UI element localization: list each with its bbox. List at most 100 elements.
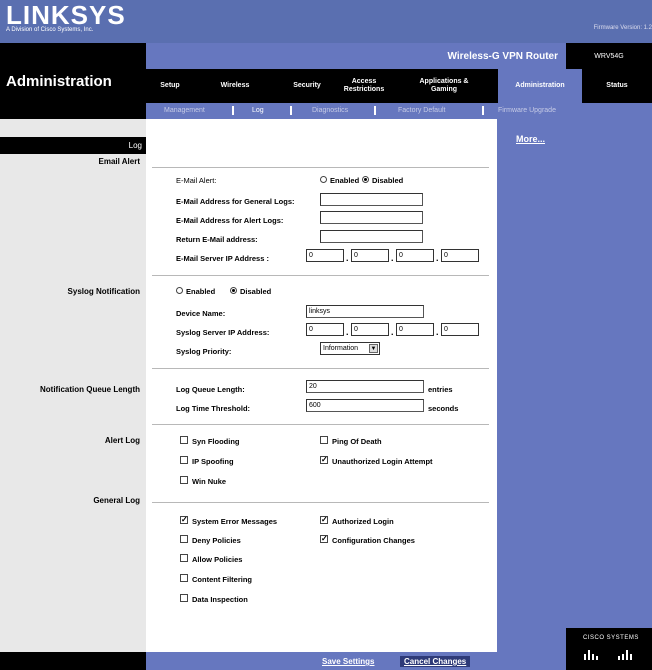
syslog-disabled-radio[interactable] [230, 287, 237, 294]
sidebar-page-label: Log [0, 137, 146, 154]
tab-setup[interactable]: Setup [150, 69, 190, 103]
tab-security[interactable]: Security [282, 69, 332, 103]
ip-dot: . [346, 253, 349, 263]
brand-name: LINKSYS [6, 0, 126, 30]
general-logs-email-label: E-Mail Address for General Logs: [176, 197, 295, 206]
divider [152, 502, 489, 503]
syslog-disabled-label: Disabled [240, 287, 272, 296]
syslog-priority-label: Syslog Priority: [176, 347, 232, 356]
unauthorized-login-label: Unauthorized Login Attempt [332, 457, 433, 466]
syslog-enabled-radio[interactable] [176, 287, 183, 294]
subtab-log[interactable]: Log [252, 107, 264, 114]
device-name-input[interactable]: linksys [306, 305, 424, 318]
win-nuke-checkbox[interactable] [180, 476, 188, 484]
tab-applications-gaming[interactable]: Applications & Gaming [408, 69, 480, 103]
ip-spoofing-checkbox[interactable] [180, 456, 188, 464]
return-email-label: Return E-Mail address: [176, 235, 258, 244]
cancel-changes-button[interactable]: Cancel Changes [400, 656, 471, 667]
footer-left [0, 652, 146, 670]
unauthorized-login-checkbox[interactable]: ✓ [320, 456, 328, 464]
log-queue-length-input[interactable]: 20 [306, 380, 424, 393]
data-inspection-checkbox[interactable] [180, 594, 188, 602]
syslog-enabled-label: Enabled [186, 287, 216, 296]
log-time-threshold-label: Log Time Threshold: [176, 404, 251, 413]
syslog-server-ip-octet-4[interactable]: 0 [441, 323, 479, 336]
log-time-threshold-input[interactable]: 600 [306, 399, 424, 412]
subtab-factory-default[interactable]: Factory Default [398, 107, 445, 114]
allow-policies-label: Allow Policies [192, 555, 243, 564]
divider [152, 167, 489, 168]
content-filtering-label: Content Filtering [192, 575, 252, 584]
section-label-general-log: General Log [93, 496, 140, 505]
content-filtering-checkbox[interactable] [180, 574, 188, 582]
deny-policies-checkbox[interactable] [180, 535, 188, 543]
log-time-threshold-unit: seconds [428, 404, 459, 413]
subnav-divider [232, 106, 234, 115]
chevron-down-icon[interactable]: ▼ [369, 344, 378, 353]
ip-dot: . [346, 327, 349, 337]
section-label-syslog: Syslog Notification [67, 287, 140, 296]
subtab-management[interactable]: Management [164, 107, 205, 114]
page-title: Administration [6, 73, 112, 90]
tab-administration[interactable]: Administration [498, 69, 582, 103]
syn-flooding-checkbox[interactable] [180, 436, 188, 444]
return-email-input[interactable] [320, 230, 423, 243]
general-logs-email-input[interactable] [320, 193, 423, 206]
save-settings-button[interactable]: Save Settings [318, 656, 378, 667]
alert-logs-email-label: E-Mail Address for Alert Logs: [176, 216, 284, 225]
sub-nav: Management Log Diagnostics Factory Defau… [146, 103, 652, 119]
syslog-priority-select[interactable]: Information ▼ [320, 342, 380, 355]
syslog-server-ip-octet-1[interactable]: 0 [306, 323, 344, 336]
subtab-firmware-upgrade[interactable]: Firmware Upgrade [498, 107, 556, 114]
subnav-divider [482, 106, 484, 115]
ip-dot: . [391, 253, 394, 263]
syn-flooding-label: Syn Flooding [192, 437, 240, 446]
email-alert-label: E-Mail Alert: [176, 176, 217, 185]
divider [152, 368, 489, 369]
syslog-server-ip-octet-3[interactable]: 0 [396, 323, 434, 336]
authorized-login-checkbox[interactable]: ✓ [320, 516, 328, 524]
system-error-checkbox[interactable]: ✓ [180, 516, 188, 524]
syslog-server-ip-octet-2[interactable]: 0 [351, 323, 389, 336]
top-banner: LINKSYS A Division of Cisco Systems, Inc… [0, 0, 652, 43]
tab-access-restrictions[interactable]: Access Restrictions [340, 69, 388, 103]
cisco-logo-text: CISCO SYSTEMS [583, 635, 639, 641]
device-name-label: Device Name: [176, 309, 226, 318]
config-changes-checkbox[interactable]: ✓ [320, 535, 328, 543]
ping-of-death-checkbox[interactable] [320, 436, 328, 444]
section-label-alert-log: Alert Log [104, 436, 140, 445]
email-server-ip-octet-3[interactable]: 0 [396, 249, 434, 262]
alert-logs-email-input[interactable] [320, 211, 423, 224]
email-alert-disabled-label: Disabled [372, 176, 404, 185]
help-panel [497, 119, 652, 652]
divider [152, 275, 489, 276]
win-nuke-label: Win Nuke [192, 477, 227, 486]
model-number: WRV54G [566, 43, 652, 69]
email-alert-disabled-radio[interactable] [362, 176, 369, 183]
help-more-link[interactable]: More... [516, 134, 545, 144]
linksys-logo: LINKSYS A Division of Cisco Systems, Inc… [6, 2, 126, 33]
log-queue-length-label: Log Queue Length: [176, 385, 245, 394]
subnav-divider [290, 106, 292, 115]
email-server-ip-octet-1[interactable]: 0 [306, 249, 344, 262]
ip-dot: . [436, 253, 439, 263]
email-alert-enabled-radio[interactable] [320, 176, 327, 183]
ping-of-death-label: Ping Of Death [332, 437, 382, 446]
system-error-label: System Error Messages [192, 517, 278, 526]
email-server-ip-octet-2[interactable]: 0 [351, 249, 389, 262]
main-nav: Setup Wireless Security Access Restricti… [146, 69, 652, 103]
email-alert-enabled-label: Enabled [330, 176, 360, 185]
email-server-ip-octet-4[interactable]: 0 [441, 249, 479, 262]
tab-wireless[interactable]: Wireless [208, 69, 262, 103]
allow-policies-checkbox[interactable] [180, 554, 188, 562]
cisco-bars-icon [584, 650, 632, 660]
router-admin-page: LINKSYS A Division of Cisco Systems, Inc… [0, 0, 652, 670]
divider [152, 424, 489, 425]
config-changes-label: Configuration Changes [332, 536, 415, 545]
product-name: Wireless-G VPN Router [146, 43, 566, 69]
ip-spoofing-label: IP Spoofing [192, 457, 234, 466]
syslog-priority-value: Information [323, 345, 359, 352]
subtab-diagnostics[interactable]: Diagnostics [312, 107, 348, 114]
deny-policies-label: Deny Policies [192, 536, 241, 545]
tab-status[interactable]: Status [586, 69, 648, 103]
